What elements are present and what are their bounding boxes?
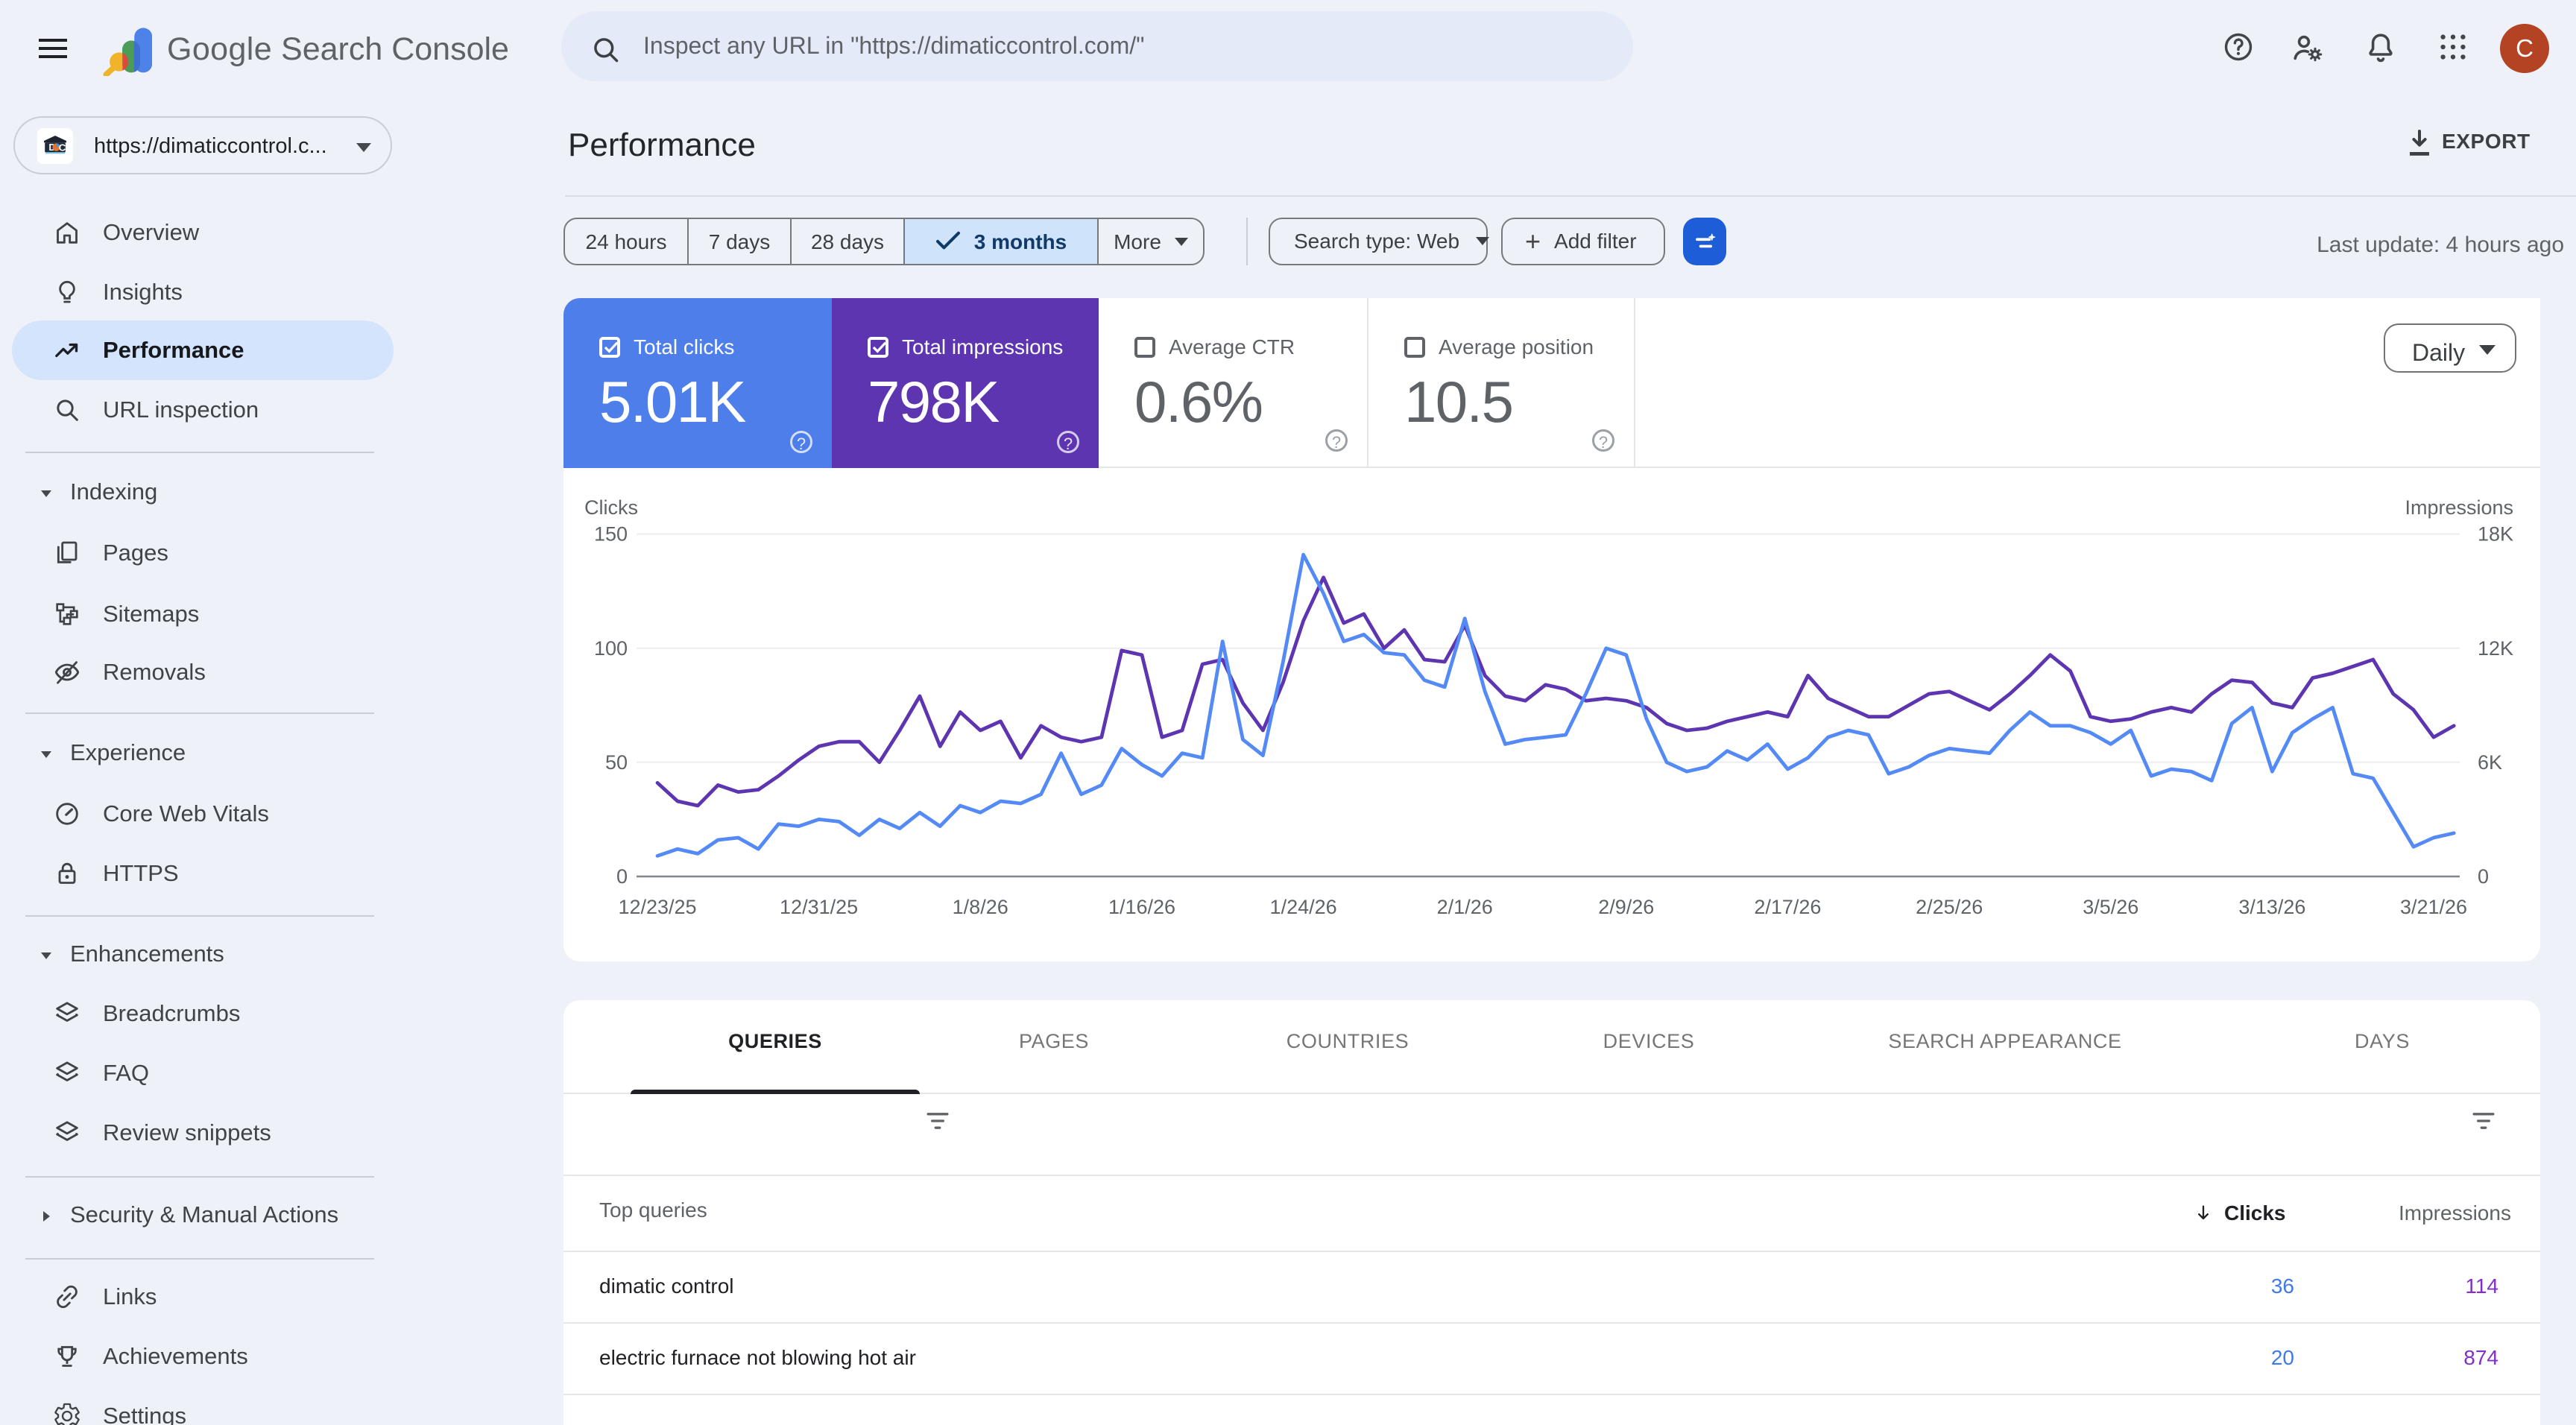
svg-text:18K: 18K	[2478, 523, 2513, 546]
svg-text:0: 0	[2478, 865, 2489, 888]
svg-text:2/25/26: 2/25/26	[1916, 896, 1983, 918]
svg-text:2/9/26: 2/9/26	[1598, 896, 1654, 918]
svg-text:0: 0	[616, 865, 628, 888]
svg-text:1/16/26: 1/16/26	[1108, 896, 1175, 918]
svg-text:3/5/26: 3/5/26	[2083, 896, 2138, 918]
svg-text:3/13/26: 3/13/26	[2238, 896, 2305, 918]
svg-text:Impressions: Impressions	[2405, 496, 2513, 519]
svg-text:50: 50	[605, 751, 628, 774]
svg-text:C: C	[59, 142, 66, 153]
svg-text:2/1/26: 2/1/26	[1437, 896, 1493, 918]
svg-text:1/8/26: 1/8/26	[953, 896, 1008, 918]
svg-text:150: 150	[594, 523, 628, 546]
svg-text:6K: 6K	[2478, 751, 2502, 774]
svg-text:2/17/26: 2/17/26	[1754, 896, 1821, 918]
svg-text:3/21/26: 3/21/26	[2400, 896, 2467, 918]
svg-text:1/24/26: 1/24/26	[1270, 896, 1337, 918]
svg-text:12/23/25: 12/23/25	[618, 896, 696, 918]
svg-text:Clicks: Clicks	[584, 496, 638, 519]
svg-text:12/31/25: 12/31/25	[780, 896, 858, 918]
svg-text:12K: 12K	[2478, 637, 2513, 660]
svg-text:100: 100	[594, 637, 628, 660]
